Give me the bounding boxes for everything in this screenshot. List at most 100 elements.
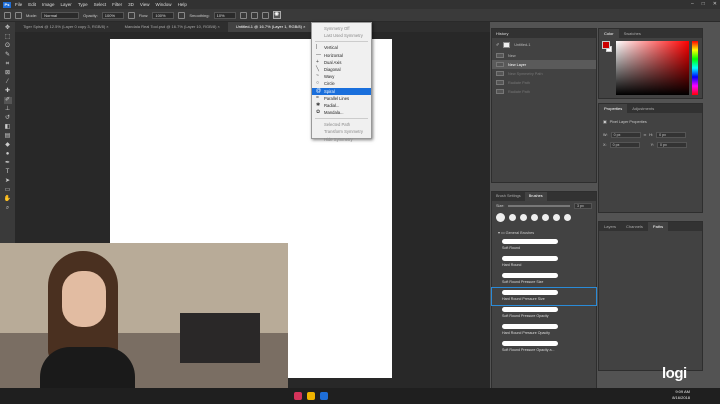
menu-view[interactable]: View xyxy=(140,2,150,7)
x-field[interactable]: 0 px xyxy=(609,142,640,148)
type-tool-icon[interactable]: T xyxy=(4,169,12,176)
close-button[interactable]: ✕ xyxy=(713,1,717,7)
gradient-icon[interactable]: ▤ xyxy=(4,133,12,140)
clone-stamp-icon[interactable]: ⊥ xyxy=(4,106,12,113)
size-field[interactable]: 3 px xyxy=(574,203,592,209)
foreground-color-swatch[interactable] xyxy=(602,41,610,49)
brush-preset[interactable] xyxy=(553,214,560,221)
brush-item[interactable]: Soft Round Pressure Size xyxy=(492,271,596,288)
brush-preset[interactable] xyxy=(531,214,538,221)
menu-select[interactable]: Select xyxy=(94,2,107,7)
eraser-icon[interactable]: ◧ xyxy=(4,124,12,131)
history-tab[interactable]: History xyxy=(492,29,596,38)
zoom-tool-icon[interactable]: ⌕ xyxy=(4,205,12,212)
dodge-icon[interactable]: ● xyxy=(4,151,12,158)
app-icon[interactable] xyxy=(294,392,302,400)
menu-item-symmetry-off[interactable]: Symmetry Off xyxy=(312,25,371,32)
pressure-opacity-icon[interactable] xyxy=(127,11,135,19)
smoothing-field[interactable]: 10% xyxy=(213,11,236,19)
gear-icon[interactable] xyxy=(239,11,247,19)
menu-item-transform-symmetry[interactable]: Transform Symmetry xyxy=(312,128,371,135)
shape-tool-icon[interactable]: ▭ xyxy=(4,187,12,194)
menu-item-selected-path[interactable]: Selected Path xyxy=(312,121,371,128)
menu-item-wavy[interactable]: ~ Wavy xyxy=(312,73,371,80)
size-slider[interactable] xyxy=(508,205,570,207)
tab-swatches[interactable]: Swatches xyxy=(619,29,646,38)
tab-mandala[interactable]: Mandala Real Tool.psd @ 16.7% (Layer 10,… xyxy=(117,22,228,32)
brush-preset[interactable] xyxy=(542,214,549,221)
pen-tool-icon[interactable]: ✒ xyxy=(4,160,12,167)
tab-layers[interactable]: Layers xyxy=(599,222,621,231)
y-field[interactable]: 0 px xyxy=(656,142,687,148)
menu-item-parallel-lines[interactable]: = Parallel Lines xyxy=(312,95,371,102)
menu-item-spiral[interactable]: @ Spiral xyxy=(312,87,371,95)
home-icon[interactable] xyxy=(4,11,11,19)
brush-item[interactable]: Hard Round Pressure Opacity xyxy=(492,322,596,339)
menu-image[interactable]: Image xyxy=(42,2,55,7)
opacity-field[interactable]: 100% xyxy=(101,11,124,19)
menu-item-dual-axis[interactable]: + Dual Axis xyxy=(312,59,371,66)
history-snapshot[interactable]: ✐ Untitled-1 xyxy=(492,38,596,51)
healing-brush-icon[interactable]: ✚ xyxy=(4,88,12,95)
eyedropper-icon[interactable]: ⁄ xyxy=(4,79,12,86)
history-state[interactable]: Radiate Path xyxy=(492,78,596,87)
menu-item-diagonal[interactable]: ╲ Diagonal xyxy=(312,66,371,73)
history-state[interactable]: Radiate Path xyxy=(492,87,596,96)
menu-item-hide-symmetry[interactable]: Hide Symmetry xyxy=(312,136,371,143)
menu-item-radial[interactable]: ✱ Radial... xyxy=(312,102,371,109)
hue-slider[interactable] xyxy=(692,41,698,95)
tab-properties[interactable]: Properties xyxy=(599,104,628,113)
brush-preset[interactable] xyxy=(520,214,527,221)
brush-preset[interactable] xyxy=(564,214,571,221)
app-icon[interactable] xyxy=(307,392,315,400)
tab-adjustments[interactable]: Adjustments xyxy=(627,104,659,113)
blur-icon[interactable]: ◆ xyxy=(4,142,12,149)
menu-edit[interactable]: Edit xyxy=(28,2,36,7)
flow-field[interactable]: 100% xyxy=(152,11,175,19)
brush-item[interactable]: Soft Round xyxy=(492,237,596,254)
brush-group-general[interactable]: ▾ ▭ General Brushes xyxy=(492,228,596,237)
tab-paths[interactable]: Paths xyxy=(647,222,669,231)
menu-type[interactable]: Type xyxy=(78,2,88,7)
lasso-tool-icon[interactable]: ʘ xyxy=(4,43,12,50)
tab-brush-settings[interactable]: Brush Settings xyxy=(492,192,525,201)
menu-3d[interactable]: 3D xyxy=(128,2,134,7)
menu-filter[interactable]: Filter xyxy=(112,2,122,7)
tab-tiger-spiral[interactable]: Tiger Spiral @ 12.5% (Layer 0 copy 3, RG… xyxy=(15,22,117,32)
brush-item[interactable]: Hard Round xyxy=(492,254,596,271)
path-select-icon[interactable]: ➤ xyxy=(4,178,12,185)
hand-tool-icon[interactable]: ✋ xyxy=(4,196,12,203)
photoshop-taskbar-icon[interactable] xyxy=(320,392,328,400)
brush-preset[interactable] xyxy=(509,214,516,221)
menu-item-last-used[interactable]: Last Used Symmetry xyxy=(312,32,371,39)
history-state[interactable]: New Symmetry Path xyxy=(492,69,596,78)
menu-item-vertical[interactable]: | Vertical xyxy=(312,44,371,51)
minimize-button[interactable]: – xyxy=(691,1,694,7)
menu-file[interactable]: File xyxy=(15,2,22,7)
crop-tool-icon[interactable]: ⌗ xyxy=(4,61,12,68)
history-state[interactable]: New Layer xyxy=(492,60,596,69)
brush-item[interactable]: Hard Round Pressure Size xyxy=(491,287,597,306)
mode-select[interactable]: Normal xyxy=(41,11,80,19)
height-field[interactable]: 0 px xyxy=(656,132,687,138)
menu-item-mandala[interactable]: ✿ Mandala... xyxy=(312,109,371,116)
system-tray-clock[interactable]: 9:09 AM 8/16/2018 xyxy=(672,389,690,401)
brush-preset-icon[interactable] xyxy=(15,11,22,19)
menu-layer[interactable]: Layer xyxy=(61,2,72,7)
brush-item[interactable]: Soft Round Pressure Opacity a... xyxy=(492,339,596,356)
angle-icon[interactable] xyxy=(250,11,258,19)
menu-window[interactable]: Window xyxy=(156,2,172,7)
history-brush-icon[interactable]: ↺ xyxy=(4,115,12,122)
brush-tool-icon[interactable]: ✐ xyxy=(3,97,12,104)
menu-help[interactable]: Help xyxy=(178,2,187,7)
move-tool-icon[interactable]: ✥ xyxy=(4,25,12,32)
tab-color[interactable]: Color xyxy=(599,29,619,38)
butterfly-icon[interactable]: ✺ xyxy=(272,11,281,19)
menu-item-circle[interactable]: ○ Circle xyxy=(312,80,371,87)
history-state[interactable]: New xyxy=(492,51,596,60)
frame-tool-icon[interactable]: ⊠ xyxy=(4,70,12,77)
tab-brushes[interactable]: Brushes xyxy=(524,192,547,201)
width-field[interactable]: 0 px xyxy=(610,132,641,138)
color-field[interactable] xyxy=(616,41,689,95)
tab-channels[interactable]: Channels xyxy=(621,222,648,231)
